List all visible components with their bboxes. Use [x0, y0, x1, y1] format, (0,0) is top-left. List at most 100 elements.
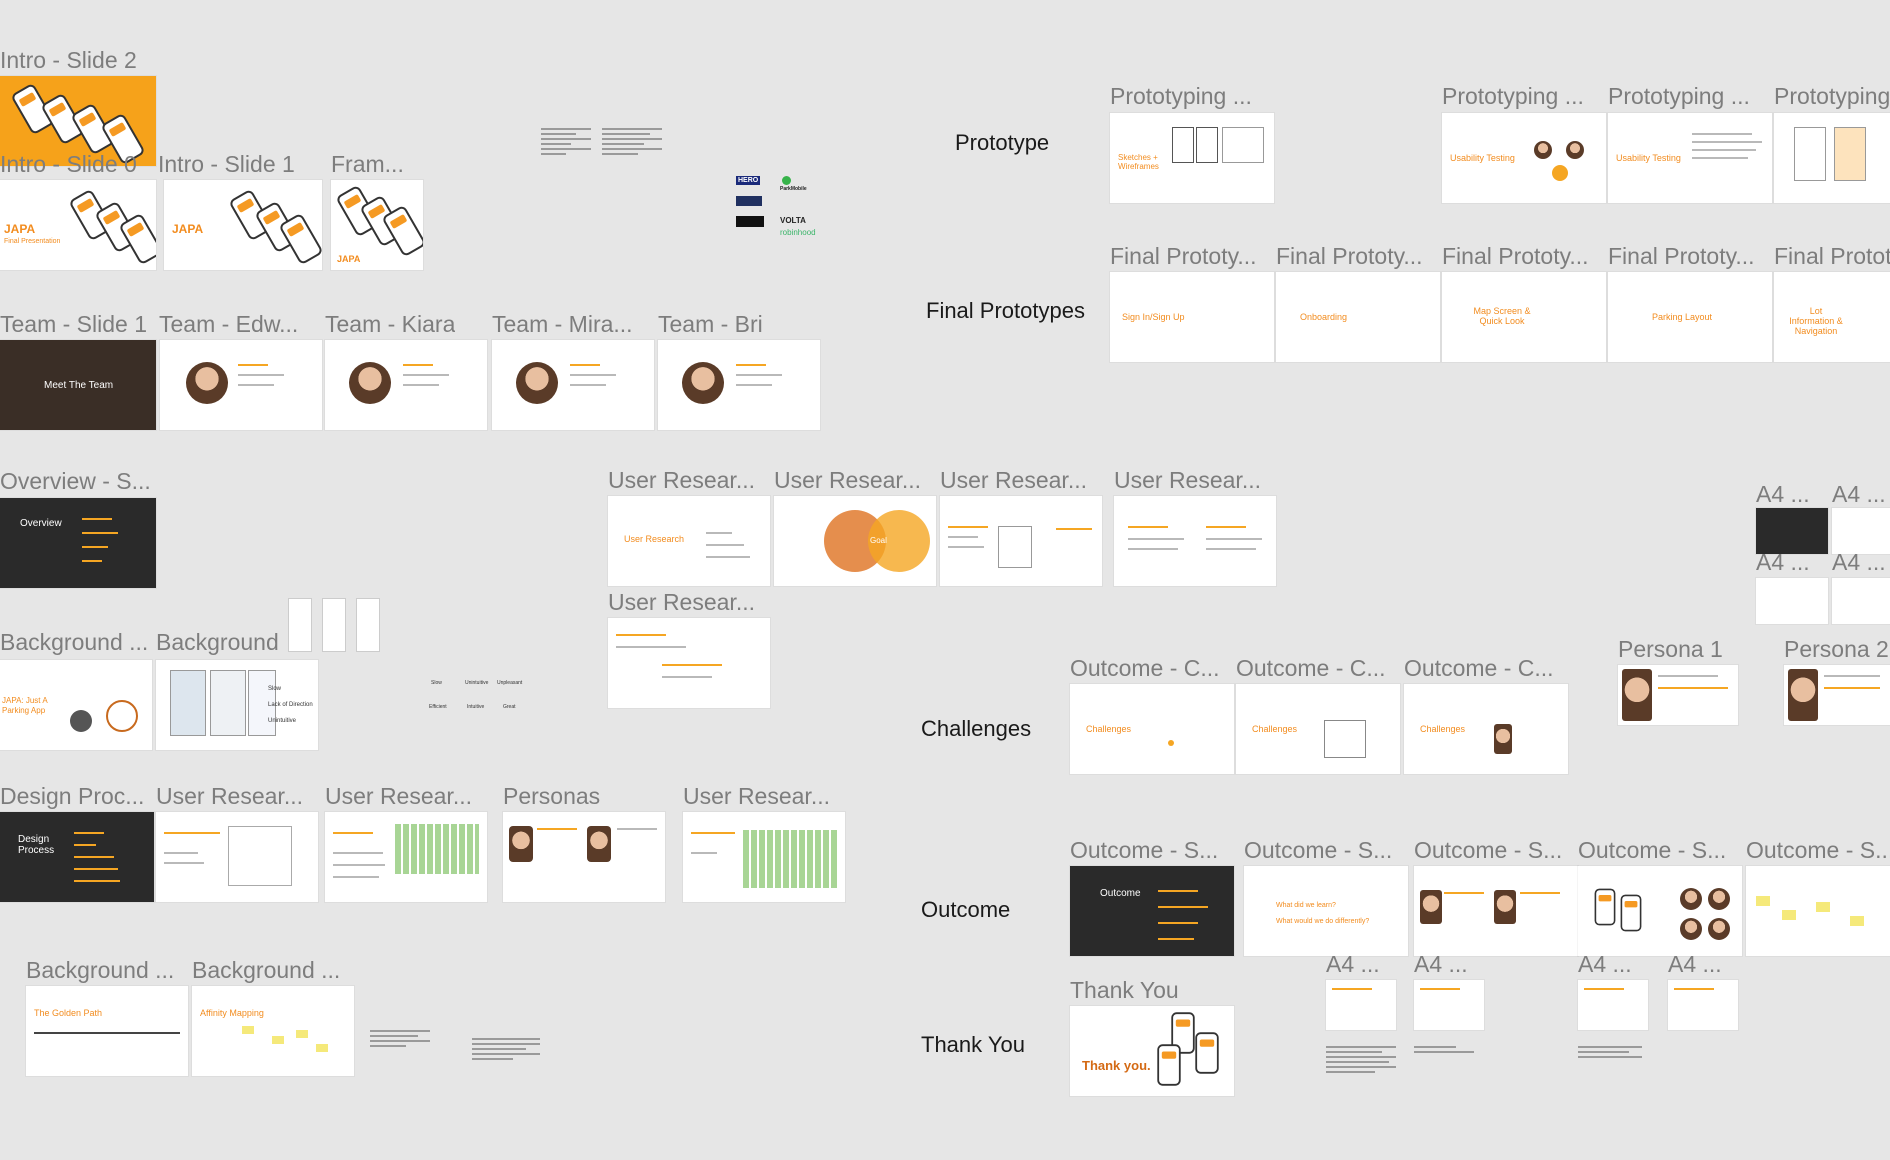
frame-user-research-2[interactable] [325, 812, 487, 902]
frame-a4-7[interactable] [1578, 980, 1648, 1030]
frame-persona-2[interactable] [1784, 665, 1890, 725]
design-canvas[interactable]: Prototype Final Prototypes Challenges Ou… [0, 0, 1890, 1160]
frame-ur-top-2[interactable]: Goal [774, 496, 936, 586]
frame-label-outcome-s5[interactable]: Outcome - S... [1746, 836, 1890, 864]
frame-label-ur-top-5[interactable]: User Resear... [608, 588, 754, 616]
frame-label-proto-1[interactable]: Prototyping ... [1110, 82, 1258, 110]
frame-label-a4-3[interactable]: A4 ... [1756, 548, 1810, 576]
frame-label-design-proc[interactable]: Design Proc... [0, 782, 150, 810]
frame-label-user-research-2[interactable]: User Resear... [325, 782, 471, 810]
frame-outcome-summary-2[interactable]: What did we learn? What would we do diff… [1244, 866, 1408, 956]
frame-prototyping-1[interactable]: Sketches + Wireframes [1110, 113, 1274, 203]
frame-outcome-summary-1[interactable]: Outcome [1070, 866, 1234, 956]
section-title-thank-you[interactable]: Thank You [921, 1032, 1025, 1058]
loose-note-5[interactable] [1326, 1046, 1396, 1076]
frame-background-d[interactable]: Affinity Mapping [192, 986, 354, 1076]
loose-screen-2[interactable] [322, 598, 346, 652]
frame-user-research-1[interactable] [156, 812, 318, 902]
frame-a4-5[interactable] [1326, 980, 1396, 1030]
loose-note-4[interactable] [472, 1038, 540, 1063]
frame-label-persona-1[interactable]: Persona 1 [1618, 635, 1723, 663]
frame-outcome-challenges-1[interactable]: Challenges [1070, 684, 1234, 774]
frame-persona-1[interactable] [1618, 665, 1738, 725]
section-title-final-prototypes[interactable]: Final Prototypes [926, 298, 1085, 324]
frame-label-a4-6[interactable]: A4 ... [1414, 950, 1468, 978]
frame-label-team-1[interactable]: Team - Slide 1 [0, 310, 147, 338]
frame-label-proto-3[interactable]: Prototyping ... [1608, 82, 1756, 110]
frame-label-team-edw[interactable]: Team - Edw... [159, 310, 305, 338]
frame-label-a4-8[interactable]: A4 ... [1668, 950, 1722, 978]
frame-team-edw[interactable] [160, 340, 322, 430]
frame-final-prototype-1[interactable]: Sign In/Sign Up [1110, 272, 1274, 362]
frame-label-proto-2[interactable]: Prototyping ... [1442, 82, 1590, 110]
frame-outcome-summary-4[interactable] [1578, 866, 1742, 956]
frame-intro-slide-1[interactable]: JAPA [164, 180, 322, 270]
frame-label-background-b[interactable]: Background [156, 628, 279, 656]
frame-label-intro-2[interactable]: Intro - Slide 2 [0, 46, 137, 74]
frame-team-bri[interactable] [658, 340, 820, 430]
frame-label-a4-2[interactable]: A4 ... [1832, 480, 1890, 508]
frame-a4-4[interactable] [1832, 578, 1890, 624]
frame-prototyping-3[interactable]: Usability Testing [1608, 113, 1772, 203]
frame-label-outcome-s3[interactable]: Outcome - S... [1414, 836, 1578, 864]
frame-label-outcome-c2[interactable]: Outcome - C... [1236, 654, 1400, 682]
frame-label-background-d[interactable]: Background ... [192, 956, 342, 984]
frame-label-personas[interactable]: Personas [503, 782, 600, 810]
frame-thank-you[interactable]: Thank you. [1070, 1006, 1234, 1096]
frame-team-kiara[interactable] [325, 340, 487, 430]
frame-label-ur-top-1[interactable]: User Resear... [608, 466, 754, 494]
frame-label-background-c[interactable]: Background ... [26, 956, 176, 984]
frame-label-intro-0[interactable]: Intro - Slide 0 [0, 150, 150, 178]
frame-label-overview[interactable]: Overview - S... [0, 467, 150, 495]
frame-fram[interactable]: JAPA [331, 180, 423, 270]
frame-label-outcome-c1[interactable]: Outcome - C... [1070, 654, 1234, 682]
frame-label-team-kiara[interactable]: Team - Kiara [325, 310, 455, 338]
section-title-challenges[interactable]: Challenges [921, 716, 1031, 742]
frame-final-prototype-2[interactable]: Onboarding [1276, 272, 1440, 362]
frame-label-team-bri[interactable]: Team - Bri [658, 310, 763, 338]
frame-background-c[interactable]: The Golden Path [26, 986, 188, 1076]
frame-team-slide-1[interactable]: Meet The Team [0, 340, 156, 430]
frame-label-final-5[interactable]: Final Protot [1774, 242, 1890, 270]
frame-label-persona-2[interactable]: Persona 2 [1784, 635, 1890, 663]
loose-note-3[interactable] [370, 1030, 430, 1050]
frame-label-outcome-s2[interactable]: Outcome - S... [1244, 836, 1408, 864]
loose-note-1[interactable] [541, 128, 591, 158]
logo-group[interactable]: HERO ParkMobile VOLTA robinhood [736, 176, 826, 240]
frame-label-final-4[interactable]: Final Prototy... [1608, 242, 1772, 270]
frame-user-research-3[interactable] [683, 812, 845, 902]
frame-outcome-challenges-2[interactable]: Challenges [1236, 684, 1400, 774]
frame-ur-top-5[interactable] [608, 618, 770, 708]
frame-overview[interactable]: Overview [0, 498, 156, 588]
frame-background-b[interactable]: Slow Lack of Direction Unintuitive [156, 660, 318, 750]
frame-label-final-3[interactable]: Final Prototy... [1442, 242, 1606, 270]
frame-prototyping-2[interactable]: Usability Testing [1442, 113, 1606, 203]
loose-note-2[interactable] [602, 128, 662, 158]
frame-design-process[interactable]: Design Process [0, 812, 154, 902]
frame-label-ur-top-2[interactable]: User Resear... [774, 466, 920, 494]
frame-background-a[interactable]: JAPA: Just A Parking App [0, 660, 152, 750]
frame-label-fram[interactable]: Fram... [331, 150, 404, 178]
section-title-prototype[interactable]: Prototype [955, 130, 1049, 156]
frame-label-team-mira[interactable]: Team - Mira... [492, 310, 638, 338]
frame-outcome-summary-3[interactable] [1414, 866, 1578, 956]
loose-screen-1[interactable] [288, 598, 312, 652]
frame-personas[interactable] [503, 812, 665, 902]
frame-a4-6[interactable] [1414, 980, 1484, 1030]
frame-label-outcome-c3[interactable]: Outcome - C... [1404, 654, 1568, 682]
frame-label-user-research-1[interactable]: User Resear... [156, 782, 302, 810]
frame-label-background-a[interactable]: Background ... [0, 628, 150, 656]
frame-prototyping-4[interactable] [1774, 113, 1890, 203]
frame-label-intro-1[interactable]: Intro - Slide 1 [158, 150, 295, 178]
frame-ur-top-1[interactable]: User Research [608, 496, 770, 586]
loose-note-7[interactable] [1578, 1046, 1642, 1061]
section-title-outcome[interactable]: Outcome [921, 897, 1010, 923]
frame-outcome-summary-5[interactable] [1746, 866, 1890, 956]
frame-final-prototype-5[interactable]: Lot Information & Navigation [1774, 272, 1890, 362]
loose-screen-3[interactable] [356, 598, 380, 652]
frame-label-a4-4[interactable]: A4 ... [1832, 548, 1890, 576]
frame-label-thank-you[interactable]: Thank You [1070, 976, 1179, 1004]
frame-final-prototype-4[interactable]: Parking Layout [1608, 272, 1772, 362]
frame-label-a4-7[interactable]: A4 ... [1578, 950, 1632, 978]
frame-ur-top-3[interactable] [940, 496, 1102, 586]
